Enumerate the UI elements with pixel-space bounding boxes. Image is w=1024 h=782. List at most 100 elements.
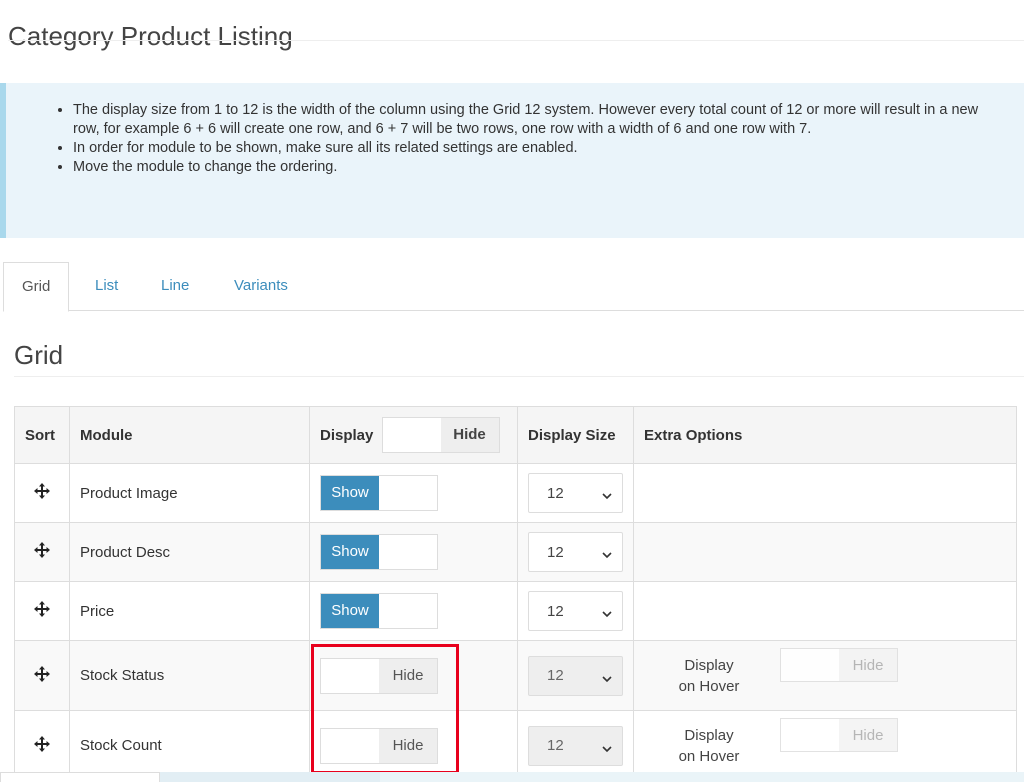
toggle-blank [379, 476, 437, 510]
size-cell: 12 [517, 522, 634, 582]
chevron-down-icon [602, 606, 612, 618]
section-divider [14, 376, 1024, 377]
extra-option: Display on Hover Hide [644, 647, 1006, 697]
toggle-hide-label: Hide [440, 418, 499, 452]
section-title: Grid [14, 340, 64, 370]
display-cell: Hide [309, 640, 518, 711]
display-toggle[interactable]: Show [320, 593, 438, 629]
display-toggle[interactable]: Show [320, 534, 438, 570]
select-value: 12 [547, 602, 564, 620]
page-title: Category Product Listing [8, 21, 293, 52]
info-box: The display size from 1 to 12 is the wid… [0, 83, 1024, 238]
display-toggle[interactable]: Hide [320, 657, 438, 694]
bottom-segment [380, 772, 1024, 782]
info-item: Move the module to change the ordering. [73, 158, 1004, 177]
sort-cell [14, 710, 70, 781]
extra-options-cell [633, 463, 1017, 523]
info-item: The display size from 1 to 12 is the wid… [73, 101, 1004, 139]
header-extra-options: Extra Options [633, 406, 1017, 464]
tab-list[interactable]: List [95, 262, 118, 311]
toggle-blank [379, 535, 437, 569]
display-on-hover-toggle[interactable]: Hide [780, 717, 898, 752]
module-name: Stock Count [69, 710, 310, 781]
toggle-blank [379, 594, 437, 628]
table-header-row: Sort Module Display Hide Display Size Ex… [14, 406, 1017, 464]
toggle-hide-label: Hide [379, 728, 437, 763]
bottom-strip [0, 772, 1024, 782]
select-value: 12 [547, 667, 564, 684]
extra-option-label-line: on Hover [678, 747, 740, 765]
tab-grid[interactable]: Grid [3, 262, 70, 312]
toggle-show-label: Show [321, 476, 379, 510]
header-display: Display Hide [309, 406, 518, 464]
extra-options-cell [633, 522, 1017, 582]
title-divider [8, 40, 1024, 41]
sort-cell [14, 581, 70, 641]
bottom-tab-stub [0, 772, 160, 782]
toggle-hide-label: Hide [839, 648, 897, 681]
extra-option-label-line: Display [684, 656, 734, 674]
table-row: Stock Count Hide 12 Display on Hover Hid… [14, 710, 1017, 781]
extra-options-cell: Display on Hover Hide [633, 710, 1017, 781]
table-row: Product Image Show 12 [14, 463, 1017, 523]
tab-line[interactable]: Line [161, 262, 189, 311]
move-icon[interactable] [33, 541, 51, 559]
size-cell: 12 [517, 581, 634, 641]
display-on-hover-toggle[interactable]: Hide [780, 647, 898, 682]
header-module: Module [69, 406, 310, 464]
extra-options-cell [633, 581, 1017, 641]
size-cell: 12 [517, 463, 634, 523]
select-value: 12 [547, 484, 564, 502]
display-toggle[interactable]: Hide [320, 727, 438, 764]
module-name: Product Image [69, 463, 310, 523]
chevron-down-icon [602, 547, 612, 559]
move-icon[interactable] [33, 600, 51, 618]
display-size-select[interactable]: 12 [528, 591, 623, 631]
module-name: Product Desc [69, 522, 310, 582]
table-row: Stock Status Hide 12 Display on Hover Hi… [14, 640, 1017, 711]
display-all-toggle[interactable]: Hide [381, 417, 500, 453]
sort-cell [14, 640, 70, 711]
tab-variants[interactable]: Variants [234, 262, 288, 311]
extra-option-label: Display on Hover [644, 725, 774, 767]
toggle-blank [321, 658, 379, 693]
display-cell: Show [309, 463, 518, 523]
toggle-blank [781, 718, 839, 751]
extra-option-label-line: on Hover [678, 677, 740, 695]
size-cell: 12 [517, 640, 634, 711]
size-cell: 12 [517, 710, 634, 781]
display-toggle[interactable]: Show [320, 475, 438, 511]
toggle-blank [321, 728, 379, 763]
display-size-select[interactable]: 12 [528, 725, 623, 766]
display-cell: Show [309, 581, 518, 641]
extra-option-label: Display on Hover [644, 655, 774, 697]
header-sort: Sort [14, 406, 70, 464]
move-icon[interactable] [33, 735, 51, 753]
display-size-select[interactable]: 12 [528, 473, 623, 513]
toggle-blank [382, 418, 441, 452]
display-size-select[interactable]: 12 [528, 655, 623, 696]
toggle-show-label: Show [321, 535, 379, 569]
header-display-size: Display Size [517, 406, 634, 464]
table-row: Product Desc Show 12 [14, 522, 1017, 582]
select-value: 12 [547, 737, 564, 754]
select-value: 12 [547, 543, 564, 561]
info-list: The display size from 1 to 12 is the wid… [6, 83, 1024, 177]
tab-bar: Grid List Line Variants [3, 262, 1024, 312]
display-size-select[interactable]: 12 [528, 532, 623, 572]
toggle-hide-label: Hide [839, 718, 897, 751]
chevron-down-icon [602, 741, 612, 752]
move-icon[interactable] [33, 482, 51, 500]
extra-option-label-line: Display [684, 726, 734, 744]
toggle-blank [781, 648, 839, 681]
display-cell: Show [309, 522, 518, 582]
display-cell: Hide [309, 710, 518, 781]
extra-option: Display on Hover Hide [644, 717, 1006, 767]
extra-options-cell: Display on Hover Hide [633, 640, 1017, 711]
info-item: In order for module to be shown, make su… [73, 139, 1004, 158]
header-display-label: Display [320, 426, 374, 444]
chevron-down-icon [602, 488, 612, 500]
sort-cell [14, 522, 70, 582]
toggle-show-label: Show [321, 594, 379, 628]
move-icon[interactable] [33, 665, 51, 683]
